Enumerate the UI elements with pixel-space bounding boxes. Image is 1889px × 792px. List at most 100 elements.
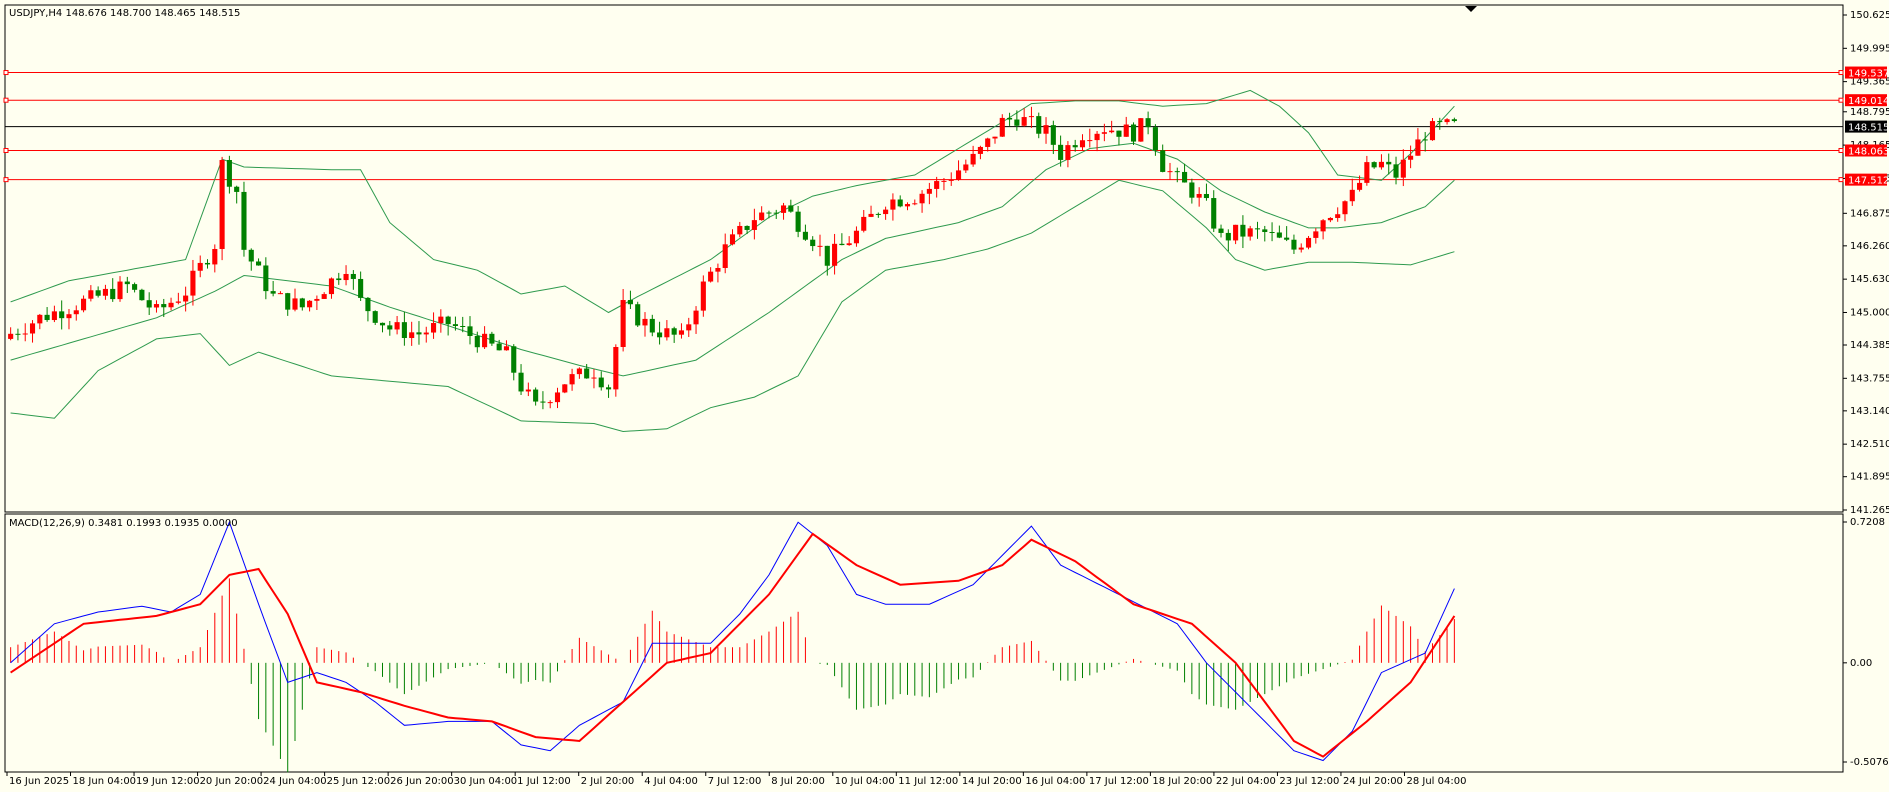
level-handle[interactable]	[1838, 70, 1844, 76]
time-tick-label: 24 Jul 20:00	[1343, 776, 1403, 787]
candle-body	[1072, 145, 1078, 148]
candle-body	[153, 304, 160, 308]
price-tick-label: 143.755	[1850, 373, 1889, 384]
level-handle[interactable]	[3, 177, 9, 183]
level-handle[interactable]	[3, 147, 9, 153]
time-tick-label: 24 Jun 04:00	[263, 776, 327, 787]
candle-body	[1152, 127, 1158, 151]
candle-body	[554, 392, 561, 403]
candle-body	[234, 186, 240, 192]
candle-body	[642, 318, 648, 326]
level-handle[interactable]	[1838, 177, 1844, 183]
candle-body	[1284, 237, 1290, 240]
candle-body	[540, 401, 546, 403]
candle-body	[1182, 171, 1188, 183]
price-tick-label: 148.795	[1850, 107, 1889, 118]
candle-body	[1007, 117, 1013, 120]
candle-body	[394, 322, 400, 330]
time-tick-label: 28 Jul 04:00	[1406, 776, 1466, 787]
candle-body	[824, 245, 830, 266]
mt4-chart-window[interactable]: 150.625149.995149.365148.795148.165147.5…	[0, 0, 1889, 792]
candle-body	[248, 249, 254, 262]
candle-body	[722, 244, 728, 268]
candle-body	[744, 225, 750, 230]
candle-body	[1109, 130, 1115, 133]
candle-body	[1211, 198, 1217, 229]
candle-body	[955, 170, 962, 180]
level-price-label: 148.063	[1848, 146, 1889, 157]
candle-body	[1130, 124, 1137, 142]
candle-body	[817, 245, 823, 247]
candle-body	[277, 293, 283, 295]
candle-body	[73, 310, 79, 315]
macd-info-text: MACD(12,26,9) 0.3481 0.1993 0.1935 0.000…	[9, 518, 238, 529]
candle-body	[671, 328, 677, 335]
candle-body	[197, 262, 203, 271]
candle-body	[846, 243, 852, 246]
candle-body	[1123, 124, 1129, 137]
candle-body	[489, 333, 495, 344]
time-tick-label: 1 Jul 12:00	[517, 776, 571, 787]
candle-body	[350, 273, 356, 279]
candle-body	[1196, 193, 1202, 198]
level-handle[interactable]	[1838, 147, 1844, 153]
level-handle[interactable]	[3, 97, 9, 103]
candle-body	[1378, 161, 1384, 168]
candle-body	[51, 311, 57, 321]
level-price-label: 149.014	[1848, 96, 1889, 107]
candle-body	[1138, 118, 1144, 142]
candle-body	[832, 243, 838, 266]
candle-body	[102, 288, 108, 296]
time-tick-label: 16 Jun 2025	[9, 776, 69, 787]
candle-body	[1028, 116, 1035, 118]
candle-body	[678, 330, 685, 335]
price-tick-label: 141.895	[1850, 472, 1889, 483]
time-tick-label: 23 Jul 12:00	[1279, 776, 1339, 787]
candle-body	[1014, 119, 1020, 126]
candle-body	[511, 346, 517, 373]
candle-body	[948, 179, 954, 181]
candle-body	[1189, 182, 1195, 198]
candle-body	[635, 304, 641, 326]
candle-body	[759, 212, 765, 221]
time-tick-label: 25 Jun 12:00	[327, 776, 391, 787]
candle-body	[584, 368, 590, 379]
candle-body	[328, 278, 335, 295]
candle-body	[715, 267, 721, 272]
candle-body	[285, 293, 291, 310]
candle-body	[1291, 239, 1297, 250]
candle-body	[737, 225, 743, 235]
candle-body	[88, 290, 94, 299]
candle-body	[1058, 144, 1064, 160]
candle-body	[416, 332, 422, 335]
candle-body	[204, 262, 211, 265]
candle-body	[1240, 224, 1246, 237]
candle-body	[474, 335, 480, 348]
candle-body	[1320, 220, 1326, 232]
candle-body	[372, 311, 378, 323]
candle-body	[919, 193, 925, 204]
price-tick-label: 141.265	[1850, 505, 1889, 516]
candle-body	[802, 231, 808, 240]
macd-tick-label: -0.5076	[1850, 757, 1889, 768]
candle-body	[569, 374, 575, 385]
candle-body	[270, 291, 276, 294]
candle-body	[219, 160, 225, 249]
candle-body	[1415, 139, 1421, 156]
candle-body	[985, 138, 991, 147]
level-handle[interactable]	[3, 70, 9, 76]
candle-body	[875, 213, 881, 215]
candle-body	[438, 316, 444, 324]
candle-body	[81, 298, 87, 311]
candle-body	[533, 389, 539, 402]
candle-body	[518, 372, 524, 392]
candle-body	[788, 205, 794, 212]
candle-body	[868, 213, 874, 217]
price-tick-label: 145.630	[1850, 274, 1889, 285]
candle-body	[168, 302, 174, 308]
level-handle[interactable]	[1838, 97, 1844, 103]
candle-body	[190, 270, 196, 296]
macd-tick-label: 0.00	[1850, 658, 1872, 669]
candle-body	[1203, 193, 1209, 199]
candle-body	[1327, 217, 1333, 221]
